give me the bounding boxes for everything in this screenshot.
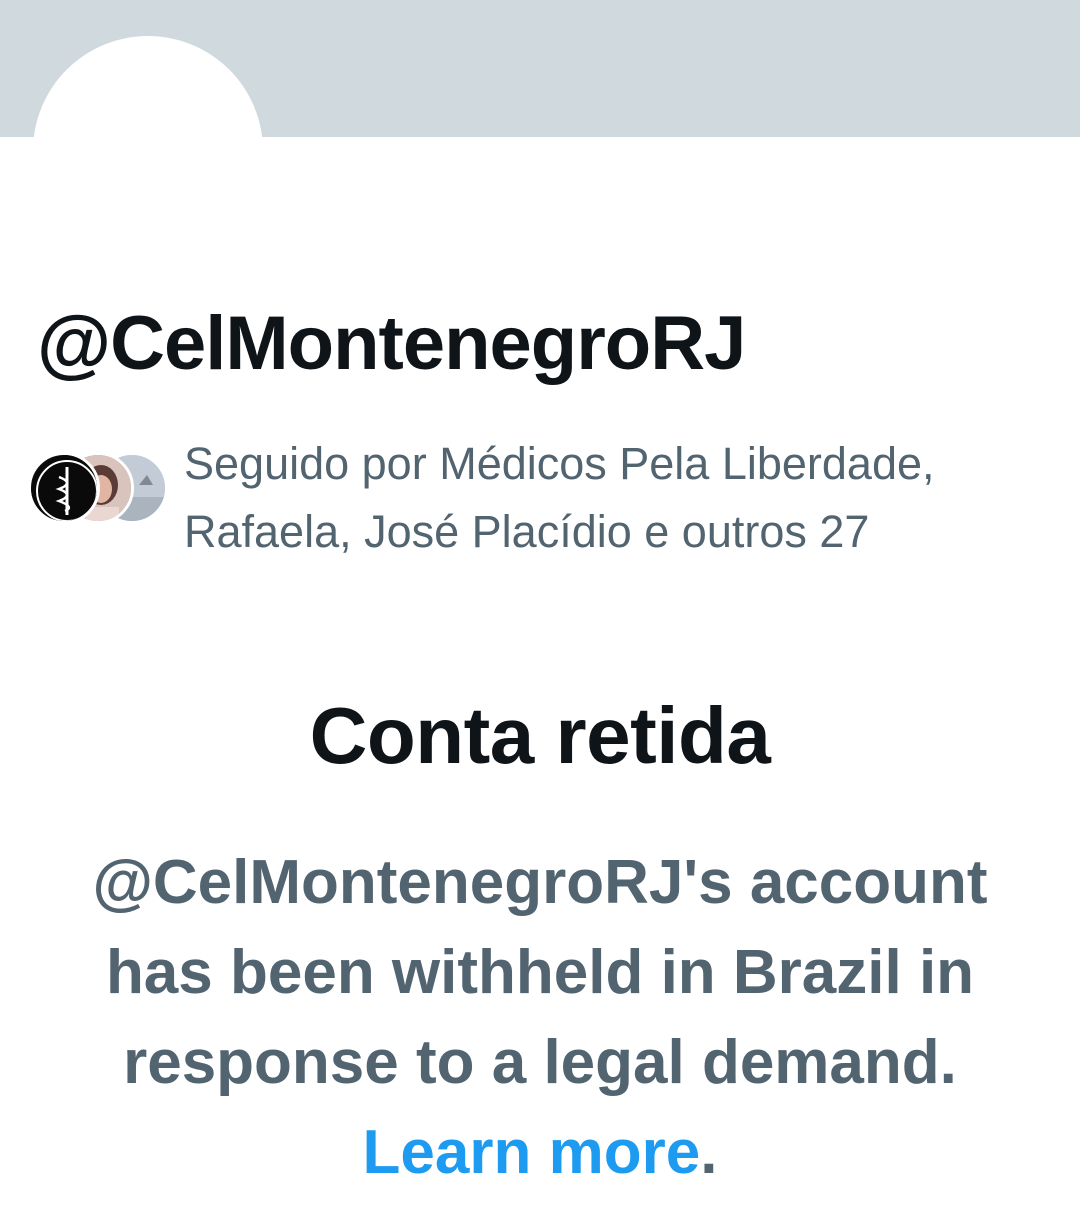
withheld-message-period: . [700, 1118, 718, 1187]
followed-by-suffix: e outros 27 [631, 506, 870, 557]
learn-more-link[interactable]: Learn more [363, 1118, 701, 1187]
profile-avatar[interactable] [41, 44, 255, 258]
withheld-message-text: @CelMontenegroRJ's account has been with… [92, 848, 988, 1097]
followed-by-text[interactable]: Seguido por Médicos Pela Liberdade, Rafa… [184, 430, 1064, 566]
withheld-message: @CelMontenegroRJ's account has been with… [80, 838, 1000, 1198]
withheld-title: Conta retida [309, 691, 771, 780]
followed-by-prefix: Seguido por [184, 438, 440, 489]
profile-handle: @CelMontenegroRJ [37, 301, 746, 386]
followers-avatars[interactable] [28, 452, 173, 526]
follower-avatar-1 [28, 452, 100, 524]
